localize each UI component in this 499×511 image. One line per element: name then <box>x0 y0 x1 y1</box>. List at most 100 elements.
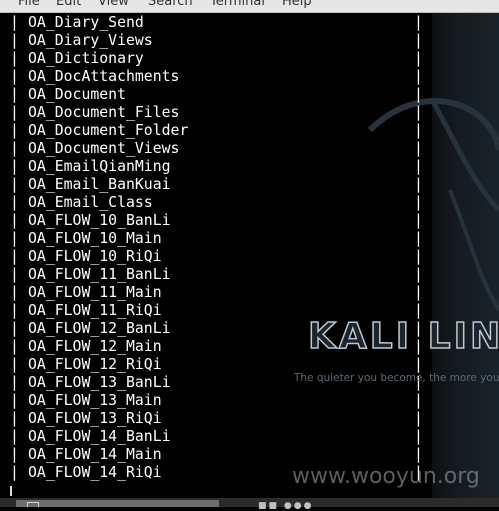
table-border-right: | <box>414 50 423 67</box>
table-name-cell: OA_FLOW_13_BanLi <box>28 374 171 391</box>
menu-view[interactable]: View <box>98 0 129 9</box>
table-name-cell: OA_Email_Class <box>28 194 153 211</box>
table-border-left: | <box>10 86 19 103</box>
menu-search[interactable]: Search <box>148 0 193 9</box>
table-row: | OA_Document | <box>10 86 430 104</box>
table-border-right: | <box>414 212 423 229</box>
watermark: www.wooyun.org <box>292 464 480 489</box>
table-name-cell: OA_FLOW_10_BanLi <box>28 212 171 229</box>
table-border-right: | <box>414 266 423 283</box>
table-name-cell: OA_EmailQianMing <box>28 158 171 175</box>
table-border-left: | <box>10 158 19 175</box>
table-border-right: | <box>414 428 423 445</box>
table-name-cell: OA_FLOW_11_RiQi <box>28 302 162 319</box>
table-border-left: | <box>10 392 19 409</box>
menu-help[interactable]: Help <box>282 0 312 9</box>
table-border-left: | <box>10 50 19 67</box>
table-name-cell: OA_FLOW_10_RiQi <box>28 248 162 265</box>
table-name-cell: OA_FLOW_14_Main <box>28 446 162 463</box>
table-border-right: | <box>414 122 423 139</box>
menu-bar: File Edit View Search Terminal Help <box>0 0 499 13</box>
table-row: | OA_FLOW_11_Main | <box>10 284 430 302</box>
table-row: | OA_Document_Folder | <box>10 122 430 140</box>
table-name-cell: OA_FLOW_14_RiQi <box>28 464 162 481</box>
table-border-left: | <box>10 428 19 445</box>
table-name-cell: OA_FLOW_14_BanLi <box>28 428 171 445</box>
table-border-left: | <box>10 248 19 265</box>
table-name-cell: OA_Dictionary <box>28 50 144 67</box>
table-border-right: | <box>414 176 423 193</box>
table-border-right: | <box>414 158 423 175</box>
table-name-cell: OA_Diary_Send <box>28 14 144 31</box>
table-border-left: | <box>10 284 19 301</box>
table-border-left: | <box>10 176 19 193</box>
table-border-left: | <box>10 68 19 85</box>
table-name-cell: OA_DocAttachments <box>28 68 180 85</box>
table-border-right: | <box>414 248 423 265</box>
table-row: | OA_EmailQianMing | <box>10 158 430 176</box>
table-row: | OA_DocAttachments | <box>10 68 430 86</box>
table-name-cell: OA_FLOW_13_RiQi <box>28 410 162 427</box>
table-row: | OA_FLOW_10_BanLi | <box>10 212 430 230</box>
table-border-right: | <box>414 446 423 463</box>
system-tray: ■■ ●●● <box>258 501 314 511</box>
table-row: | OA_FLOW_13_Main | <box>10 392 430 410</box>
table-row: | OA_FLOW_14_Main | <box>10 446 430 464</box>
menu-terminal[interactable]: Terminal <box>210 0 265 9</box>
table-border-left: | <box>10 338 19 355</box>
table-name-cell: OA_FLOW_12_RiQi <box>28 356 162 373</box>
table-name-cell: OA_Document_Files <box>28 104 180 121</box>
table-name-cell: OA_Document_Views <box>28 140 180 157</box>
taskbar-window-button[interactable] <box>16 500 219 507</box>
table-output: | OA_Diary_Send | | OA_Diary_Views | | OA_Dicti… <box>10 14 430 482</box>
table-name-cell: OA_FLOW_13_Main <box>28 392 162 409</box>
menu-file[interactable]: File <box>18 0 40 9</box>
table-border-left: | <box>10 14 19 31</box>
table-name-cell: OA_FLOW_10_Main <box>28 230 162 247</box>
table-border-left: | <box>10 32 19 49</box>
table-border-right: | <box>414 194 423 211</box>
table-border-left: | <box>10 122 19 139</box>
table-name-cell: OA_Document_Folder <box>28 122 189 139</box>
table-border-left: | <box>10 140 19 157</box>
table-row: | OA_Email_BanKuai | <box>10 176 430 194</box>
table-row: | OA_Document_Views | <box>10 140 430 158</box>
table-border-right: | <box>414 32 423 49</box>
text-cursor <box>10 486 12 496</box>
table-name-cell: OA_FLOW_12_BanLi <box>28 320 171 337</box>
table-border-right: | <box>414 86 423 103</box>
menu-edit[interactable]: Edit <box>56 0 81 9</box>
table-row: | OA_Diary_Send | <box>10 14 430 32</box>
kali-logo: KALI LIN <box>307 315 499 358</box>
kali-tagline: The quieter you become, the more you <box>294 372 499 384</box>
table-row: | OA_FLOW_11_BanLi | <box>10 266 430 284</box>
table-border-right: | <box>414 230 423 247</box>
table-border-left: | <box>10 320 19 337</box>
table-border-right: | <box>414 68 423 85</box>
table-row: | OA_FLOW_14_BanLi | <box>10 428 430 446</box>
table-border-right: | <box>414 104 423 121</box>
table-border-left: | <box>10 302 19 319</box>
table-row: | OA_FLOW_10_Main | <box>10 230 430 248</box>
table-row: | OA_Dictionary | <box>10 50 430 68</box>
table-name-cell: OA_FLOW_12_Main <box>28 338 162 355</box>
table-border-left: | <box>10 464 19 481</box>
table-name-cell: OA_Email_BanKuai <box>28 176 171 193</box>
table-name-cell: OA_FLOW_11_BanLi <box>28 266 171 283</box>
table-border-left: | <box>10 212 19 229</box>
table-name-cell: OA_Diary_Views <box>28 32 153 49</box>
table-border-left: | <box>10 374 19 391</box>
table-border-left: | <box>10 194 19 211</box>
table-border-right: | <box>414 140 423 157</box>
table-border-left: | <box>10 410 19 427</box>
table-row: | OA_FLOW_13_RiQi | <box>10 410 430 428</box>
table-name-cell: OA_Document <box>28 86 126 103</box>
table-border-right: | <box>414 284 423 301</box>
table-border-left: | <box>10 446 19 463</box>
table-border-left: | <box>10 356 19 373</box>
table-border-left: | <box>10 104 19 121</box>
table-row: | OA_Diary_Views | <box>10 32 430 50</box>
table-border-left: | <box>10 230 19 247</box>
table-row: | OA_FLOW_10_RiQi | <box>10 248 430 266</box>
table-name-cell: OA_FLOW_11_Main <box>28 284 162 301</box>
